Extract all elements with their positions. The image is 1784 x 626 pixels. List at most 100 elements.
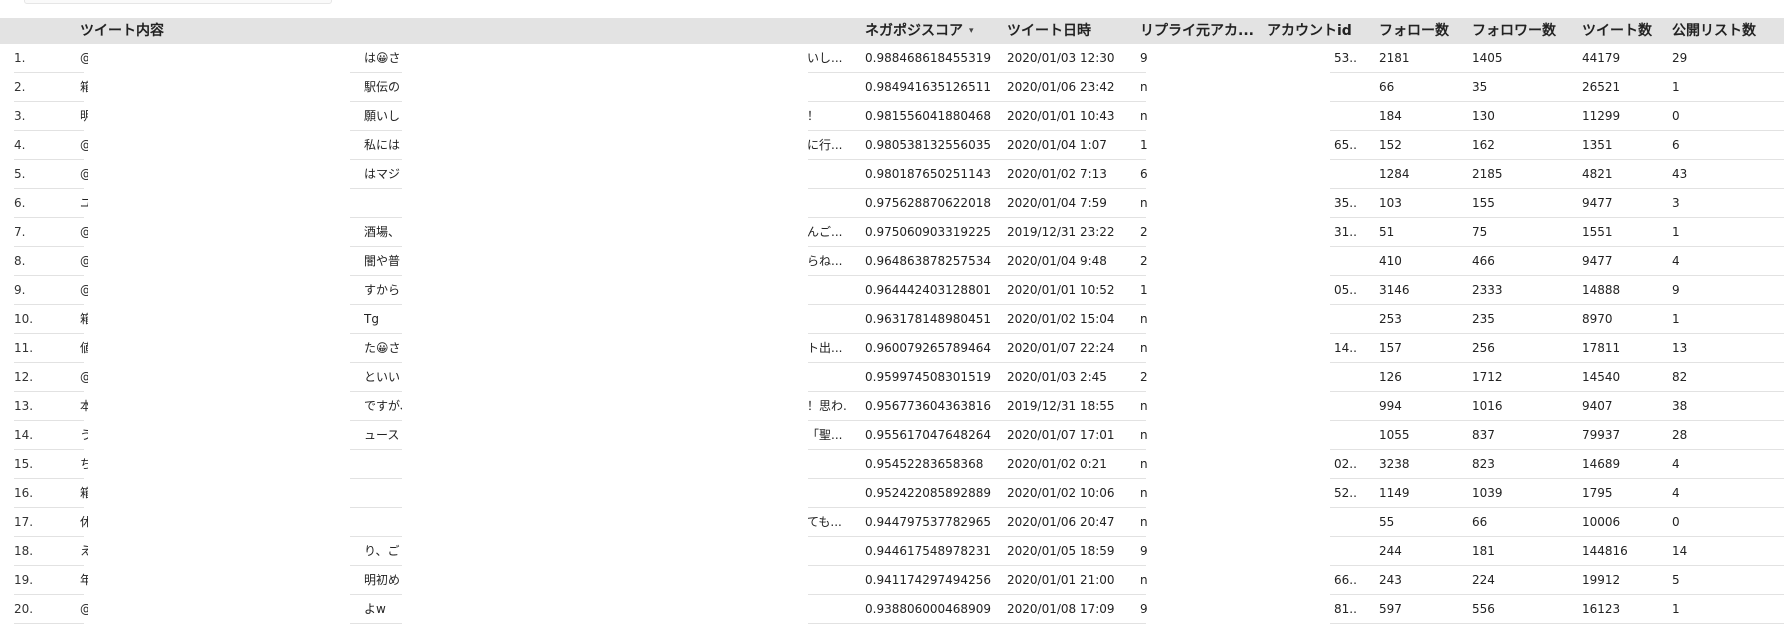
row-number: 19. (14, 573, 34, 587)
header-account-id[interactable]: アカウントid (1267, 18, 1357, 44)
follower-count-cell: 224 (1472, 573, 1495, 587)
date-cell: 2020/01/02 10:06 (1007, 486, 1115, 500)
header-follow-count[interactable]: フォロー数 (1379, 18, 1464, 44)
row-number: 7. (14, 225, 26, 239)
row-number: 2. (14, 80, 26, 94)
list-count-cell: 29 (1672, 51, 1688, 65)
follow-count-cell: 1149 (1379, 486, 1410, 500)
follower-count-cell: 466 (1472, 254, 1495, 268)
table-row[interactable]: 8. @ 闇や普 らね... 0.964863878257534 2020/01… (0, 247, 1784, 276)
list-count-cell: 9 (1672, 283, 1680, 297)
score-cell: 0.952422085892889 (865, 486, 991, 500)
table-row[interactable]: 10. 箱 Tg 0.963178148980451 2020/01/02 15… (0, 305, 1784, 334)
table-row[interactable]: 3. 明 願いし ！ 0.981556041880468 2020/01/01 … (0, 102, 1784, 131)
table-row[interactable]: 18. え り、ご 0.944617548978231 2020/01/05 1… (0, 537, 1784, 566)
tweet-content-start: @ (80, 363, 88, 391)
follower-count-cell: 162 (1472, 138, 1495, 152)
date-cell: 2020/01/03 2:45 (1007, 370, 1107, 384)
follower-count-cell: 2333 (1472, 283, 1503, 297)
date-cell: 2020/01/02 0:21 (1007, 457, 1107, 471)
tweet-count-cell: 9477 (1582, 254, 1613, 268)
header-tweet-date[interactable]: ツイート日時 (1007, 18, 1132, 44)
score-cell: 0.984941635126511 (865, 80, 991, 94)
row-number: 17. (14, 515, 34, 529)
table-row[interactable]: 4. @ 私には に行... 0.980538132556035 2020/01… (0, 131, 1784, 160)
tweet-content-end: ト出... (807, 341, 843, 355)
table-row[interactable]: 11. 値 た😀さ ト出... 0.960079265789464 2020/0… (0, 334, 1784, 363)
list-count-cell: 82 (1672, 370, 1688, 384)
account-id-cell: 02... (1334, 457, 1356, 471)
tweet-content-start: ユ (80, 196, 88, 210)
table-row[interactable]: 19. 年 明初め 0.941174297494256 2020/01/01 2… (0, 566, 1784, 595)
follow-count-cell: 994 (1379, 399, 1402, 413)
account-id-cell: 14... (1334, 341, 1356, 355)
follow-count-cell: 66 (1379, 80, 1395, 94)
tweet-content-start: 休 (80, 515, 88, 529)
follow-count-cell: 157 (1379, 341, 1402, 355)
list-count-cell: 0 (1672, 109, 1680, 123)
table-header: ツイート内容 ネガポジスコア ▾ ツイート日時 リプライ元アカ... アカウントi… (0, 18, 1784, 44)
list-count-cell: 43 (1672, 167, 1688, 181)
list-count-cell: 5 (1672, 573, 1680, 587)
table-row[interactable]: 2. 箱 駅伝の 0.984941635126511 2020/01/06 23… (0, 73, 1784, 102)
row-number: 20. (14, 602, 34, 616)
score-cell: 0.960079265789464 (865, 341, 991, 355)
score-cell: 0.975628870622018 (865, 196, 991, 210)
tweet-content-end: ！ (807, 109, 820, 123)
filter-control[interactable] (24, 0, 332, 4)
header-reply-account[interactable]: リプライ元アカ... (1140, 18, 1265, 44)
header-list-count[interactable]: 公開リスト数 (1672, 18, 1782, 44)
table-row[interactable]: 5. @ はマジ 0.980187650251143 2020/01/02 7:… (0, 160, 1784, 189)
table-row[interactable]: 20. @ よw 0.938806000468909 2020/01/08 17… (0, 595, 1784, 624)
follower-count-cell: 823 (1472, 457, 1495, 471)
score-cell: 0.956773604363816 (865, 399, 991, 413)
follower-count-cell: 556 (1472, 602, 1495, 616)
score-cell: 0.944617548978231 (865, 544, 991, 558)
follow-count-cell: 51 (1379, 225, 1395, 239)
tweet-content-start: @ (80, 595, 88, 623)
score-cell: 0.95452283658368 (865, 457, 984, 471)
header-tweet-count[interactable]: ツイート数 (1582, 18, 1667, 44)
tweet-content-middle: 私には (364, 138, 401, 152)
tweet-content-start: う (80, 428, 88, 442)
row-divider (14, 623, 84, 624)
table-row[interactable]: 14. う ュース 「聖... 0.955617047648264 2020/0… (0, 421, 1784, 450)
follow-count-cell: 244 (1379, 544, 1402, 558)
reply-cell: n (1140, 80, 1148, 94)
list-count-cell: 13 (1672, 341, 1688, 355)
follower-count-cell: 256 (1472, 341, 1495, 355)
header-tweet-content[interactable]: ツイート内容 (80, 18, 280, 44)
table-row[interactable]: 6. ユ 0.975628870622018 2020/01/04 7:59 n… (0, 189, 1784, 218)
tweet-content-start: 箱 (80, 486, 88, 500)
table-row[interactable]: 12. @ といい 0.959974508301519 2020/01/03 2… (0, 363, 1784, 392)
list-count-cell: 3 (1672, 196, 1680, 210)
tweet-content-middle: よw (364, 602, 386, 616)
table-row[interactable]: 16. 箱 0.952422085892889 2020/01/02 10:06… (0, 479, 1784, 508)
score-cell: 0.975060903319225 (865, 225, 991, 239)
reply-cell: 9 (1140, 602, 1148, 616)
follower-count-cell: 66 (1472, 515, 1488, 529)
table-row[interactable]: 15. ち 0.95452283658368 2020/01/02 0:21 n… (0, 450, 1784, 479)
tweet-content-middle: 明初め (364, 573, 401, 587)
table-row[interactable]: 7. @ 酒場、 んご... 0.975060903319225 2019/12… (0, 218, 1784, 247)
header-score[interactable]: ネガポジスコア ▾ (865, 18, 995, 44)
reply-cell: 9 (1140, 51, 1148, 65)
sort-desc-icon[interactable]: ▾ (969, 18, 974, 44)
date-cell: 2020/01/08 17:09 (1007, 602, 1115, 616)
account-id-cell: 53... (1334, 51, 1356, 65)
table-row[interactable]: 13. 本 ですが、 ！思わ... 0.956773604363816 2019… (0, 392, 1784, 421)
score-cell: 0.964442403128801 (865, 283, 991, 297)
date-cell: 2020/01/02 7:13 (1007, 167, 1107, 181)
table-row[interactable]: 1. @ は😀さ いし... 0.988468618455319 2020/01… (0, 44, 1784, 73)
tweet-content-end: いし... (807, 51, 843, 65)
row-number: 18. (14, 544, 34, 558)
header-follower-count[interactable]: フォロワー数 (1472, 18, 1572, 44)
tweet-count-cell: 14888 (1582, 283, 1621, 297)
date-cell: 2020/01/06 23:42 (1007, 80, 1115, 94)
account-id-cell: 52... (1334, 486, 1356, 500)
tweet-content-end: に行... (807, 138, 843, 152)
list-count-cell: 4 (1672, 457, 1680, 471)
table-row[interactable]: 17. 休 ても... 0.944797537782965 2020/01/06… (0, 508, 1784, 537)
score-cell: 0.981556041880468 (865, 109, 991, 123)
table-row[interactable]: 9. @ すから 0.964442403128801 2020/01/01 10… (0, 276, 1784, 305)
